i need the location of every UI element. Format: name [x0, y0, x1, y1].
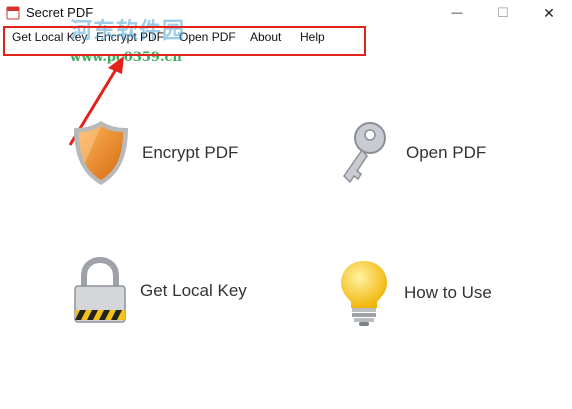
- minimize-icon: —: [451, 7, 463, 19]
- padlock-icon: [74, 256, 126, 323]
- lightbulb-icon: [341, 261, 387, 326]
- maximize-icon: ☐: [497, 5, 509, 20]
- tile-encrypt-pdf[interactable]: Encrypt PDF: [70, 118, 238, 188]
- minimize-button[interactable]: —: [434, 0, 480, 26]
- tile-encrypt-pdf-label: Encrypt PDF: [142, 143, 239, 162]
- tile-how-to-use[interactable]: How to Use: [334, 258, 492, 328]
- app-icon: [6, 6, 20, 20]
- tile-get-local-key-label: Get Local Key: [140, 281, 247, 300]
- close-icon: ✕: [543, 4, 555, 21]
- key-icon: [343, 122, 386, 184]
- shield-icon: [74, 121, 128, 185]
- maximize-button[interactable]: ☐: [480, 0, 526, 26]
- close-button[interactable]: ✕: [526, 0, 572, 26]
- tile-how-to-use-label: How to Use: [404, 283, 492, 302]
- tile-open-pdf[interactable]: Open PDF: [334, 118, 486, 188]
- highlight-box: [3, 26, 366, 56]
- tile-get-local-key[interactable]: Get Local Key: [70, 256, 247, 326]
- tile-open-pdf-label: Open PDF: [406, 143, 487, 162]
